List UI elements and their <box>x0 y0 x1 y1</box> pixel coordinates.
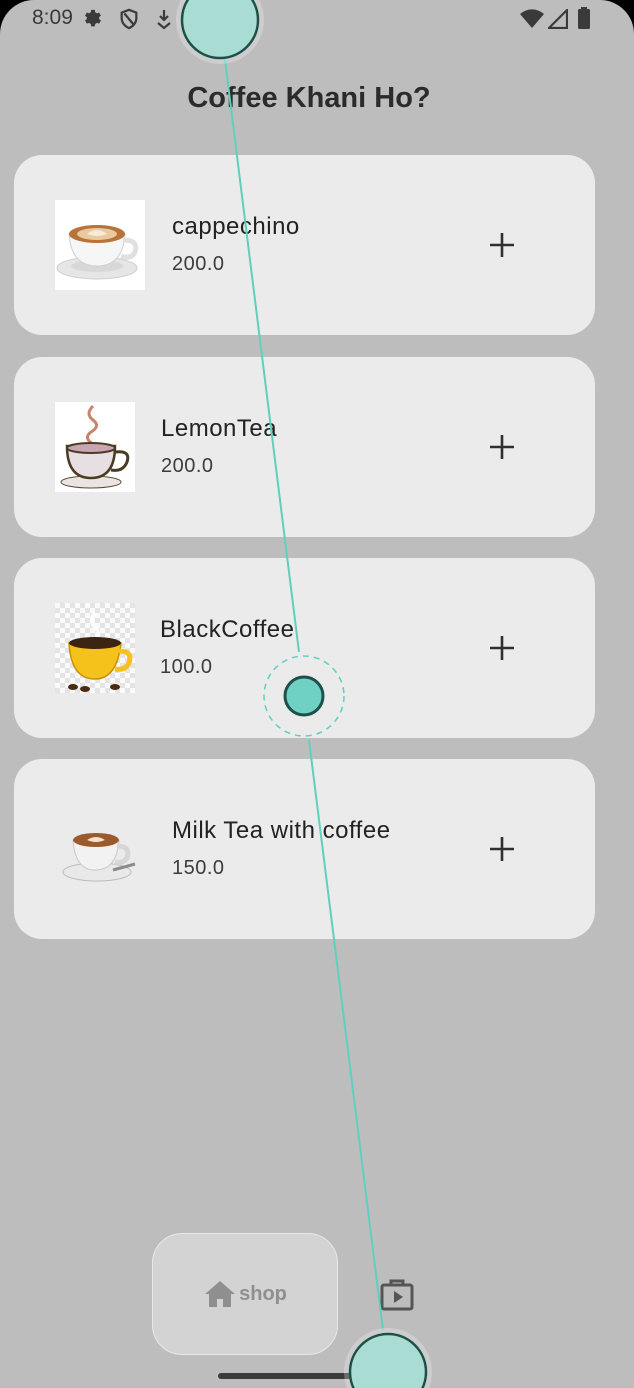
signal-icon <box>546 7 569 34</box>
yellow-coffee-cup-image <box>55 603 135 693</box>
item-name: cappechino <box>172 213 300 240</box>
product-card[interactable]: cappechino 200.0 <box>14 155 595 335</box>
item-price: 100.0 <box>160 656 213 678</box>
plus-icon <box>490 435 514 459</box>
touch-end-indicator <box>344 1328 432 1388</box>
page-title: Coffee Khani Ho? <box>187 82 431 114</box>
item-name: LemonTea <box>161 415 278 442</box>
latte-cup-saucer-image <box>55 804 145 894</box>
battery-icon <box>577 7 591 34</box>
item-price: 200.0 <box>161 455 214 477</box>
status-time: 8:09 <box>32 6 73 29</box>
item-price: 150.0 <box>172 857 225 879</box>
app-screen: 8:09 Coffee Khani Ho? cappechino 200.0 L… <box>0 0 634 1388</box>
nav-shop-label: shop <box>239 1282 287 1305</box>
add-to-cart-button[interactable] <box>482 628 522 668</box>
gear-icon <box>82 8 104 35</box>
plus-icon <box>490 636 514 660</box>
product-card[interactable]: BlackCoffee 100.0 <box>14 558 595 738</box>
download-icon <box>155 8 173 35</box>
add-to-cart-button[interactable] <box>482 427 522 467</box>
home-icon <box>205 1281 236 1307</box>
home-indicator <box>218 1373 390 1379</box>
add-to-cart-button[interactable] <box>482 829 522 869</box>
latte-art-cup-image <box>55 200 145 290</box>
item-name: Milk Tea with coffee <box>172 817 391 844</box>
product-card[interactable]: LemonTea 200.0 <box>14 357 595 537</box>
nav-shop-tab[interactable]: shop <box>152 1233 338 1355</box>
item-price: 200.0 <box>172 253 225 275</box>
shield-icon <box>118 8 140 35</box>
tea-cup-steam-image <box>55 402 135 492</box>
add-to-cart-button[interactable] <box>482 225 522 265</box>
plus-icon <box>490 233 514 257</box>
status-bar: 8:09 <box>0 0 634 40</box>
wifi-icon <box>520 9 544 34</box>
shopping-bag-icon[interactable] <box>378 1275 416 1313</box>
plus-icon <box>490 837 514 861</box>
product-card[interactable]: Milk Tea with coffee 150.0 <box>14 759 595 939</box>
item-name: BlackCoffee <box>160 616 295 643</box>
